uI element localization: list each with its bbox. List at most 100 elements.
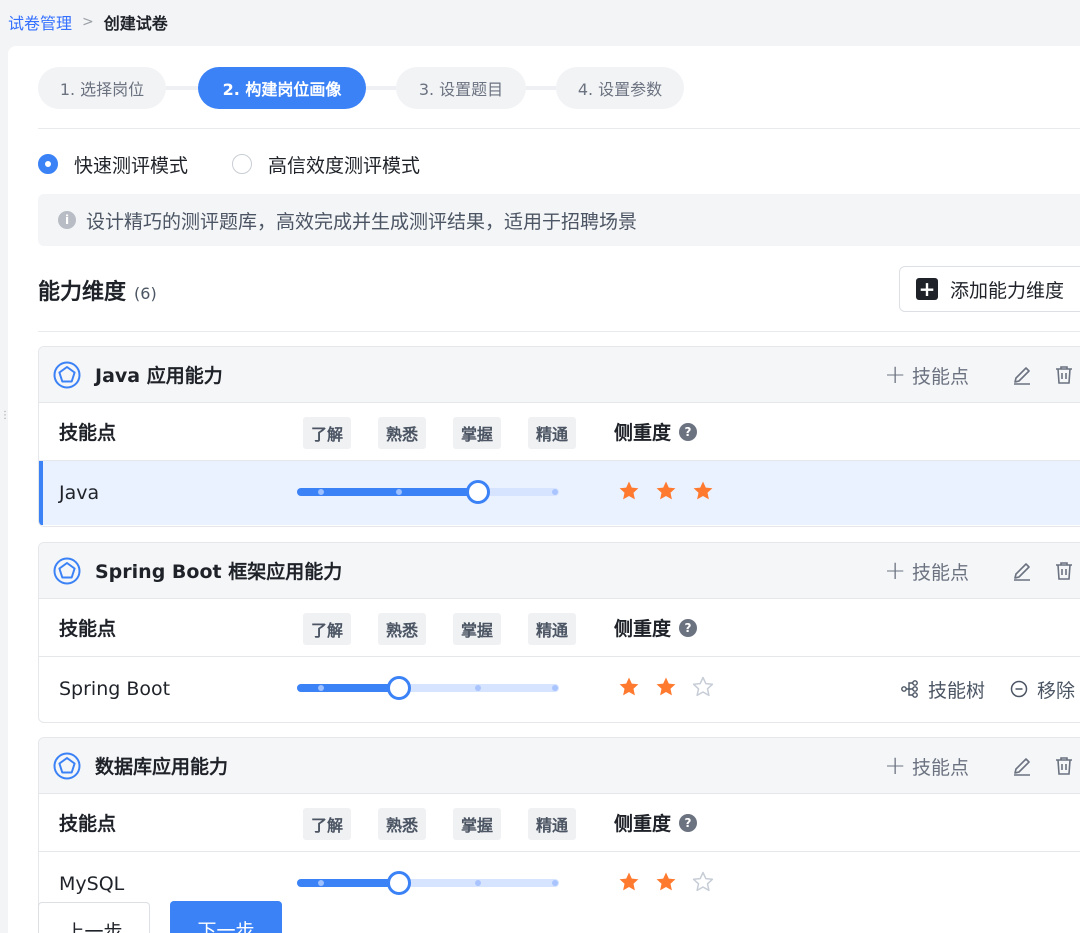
weight-stars[interactable] — [617, 479, 728, 503]
group-actions: + 技能点 — [884, 543, 1075, 599]
remove-label: 移除 — [1036, 679, 1075, 702]
pentagon-icon — [53, 361, 81, 388]
slider-thumb[interactable] — [387, 676, 412, 700]
help-icon[interactable]: ? — [679, 422, 698, 441]
column-skill: 技能点 — [59, 813, 117, 835]
level-slider[interactable] — [297, 871, 559, 895]
drag-handle-icon[interactable]: ⋮ — [0, 411, 10, 430]
star-filled-icon[interactable] — [617, 675, 641, 699]
column-weight-label: 侧重度 — [614, 422, 672, 444]
slider-fill — [297, 488, 478, 496]
step-3[interactable]: 3. 设置题目 — [396, 67, 526, 109]
weight-stars[interactable] — [617, 870, 728, 894]
star-empty-icon[interactable] — [691, 870, 715, 894]
breadcrumb: 试卷管理 > 创建试卷 — [8, 10, 168, 34]
column-weight: 侧重度? — [614, 614, 698, 641]
step-4[interactable]: 4. 设置参数 — [556, 67, 684, 109]
add-skill-button[interactable]: + 技能点 — [884, 362, 969, 389]
plus-icon: + — [884, 360, 906, 390]
add-skill-label: 技能点 — [911, 365, 969, 388]
step-label: 3. 设置题目 — [418, 80, 504, 99]
step-2[interactable]: 2. 构建岗位画像 — [198, 67, 366, 109]
slider-stop-dot[interactable] — [317, 685, 324, 691]
slider-stop-dot[interactable] — [317, 489, 324, 495]
weight-stars[interactable] — [617, 675, 728, 699]
slider-fill — [297, 879, 400, 887]
row-actions: 技能树 移除 — [876, 657, 1075, 721]
slider-thumb[interactable] — [465, 480, 490, 504]
info-text: 设计精巧的测评题库，高效完成并生成测评结果，适用于招聘场景 — [86, 210, 638, 233]
level-label-master: 掌握 — [453, 417, 501, 449]
breadcrumb-current: 创建试卷 — [103, 14, 168, 33]
help-icon[interactable]: ? — [679, 813, 698, 832]
level-label-master: 掌握 — [453, 808, 501, 840]
trash-icon[interactable] — [1053, 755, 1075, 777]
slider-stop-dot[interactable] — [552, 685, 559, 691]
level-slider[interactable] — [297, 480, 559, 504]
add-skill-button[interactable]: + 技能点 — [884, 558, 969, 585]
star-filled-icon[interactable] — [691, 479, 715, 503]
group-header: Spring Boot 框架应用能力 + 技能点 — [39, 543, 1080, 599]
prev-step-button[interactable]: 上一步 — [38, 902, 150, 933]
slider-stop-dot[interactable] — [552, 880, 559, 886]
chevron-right-icon: > — [82, 14, 94, 30]
column-header-row: 技能点 了解 熟悉 掌握 精通 侧重度? — [39, 403, 1080, 461]
column-skill: 技能点 — [59, 618, 117, 640]
slider-stop-dot[interactable] — [474, 880, 481, 886]
level-label-understand: 了解 — [303, 808, 351, 840]
star-filled-icon[interactable] — [654, 675, 678, 699]
step-label: 2. 构建岗位画像 — [222, 80, 342, 99]
radio-quick-mode[interactable]: 快速测评模式 — [38, 151, 188, 178]
slider-stop-dot[interactable] — [552, 489, 559, 495]
add-skill-label: 技能点 — [911, 756, 969, 779]
skill-tree-button[interactable]: 技能树 — [900, 676, 985, 703]
group-actions: + 技能点 — [884, 738, 1075, 794]
slider-stop-dot[interactable] — [317, 880, 324, 886]
skill-row[interactable]: Spring Boot 技能树 移除 — [39, 657, 1080, 721]
breadcrumb-link-exam-management[interactable]: 试卷管理 — [8, 10, 72, 34]
remove-button[interactable]: 移除 — [1009, 676, 1075, 703]
level-label-master: 掌握 — [453, 613, 501, 645]
dimension-group-java: Java 应用能力 + 技能点 技能点 了解 熟悉 掌握 精通 侧重度? Java — [38, 346, 1080, 527]
pentagon-icon — [53, 557, 81, 584]
step-label: 4. 设置参数 — [577, 80, 663, 99]
info-icon: i — [58, 211, 76, 229]
group-name: 数据库应用能力 — [95, 756, 229, 778]
star-empty-icon[interactable] — [691, 675, 715, 699]
edit-icon[interactable] — [1011, 560, 1033, 582]
slider-stop-dot[interactable] — [474, 685, 481, 691]
step-1[interactable]: 1. 选择岗位 — [38, 67, 166, 109]
slider-thumb[interactable] — [387, 871, 412, 895]
add-skill-button[interactable]: + 技能点 — [884, 753, 969, 780]
level-label-expert: 精通 — [528, 808, 576, 840]
section-title: 能力维度 — [38, 280, 127, 305]
star-filled-icon[interactable] — [617, 870, 641, 894]
plus-icon: + — [884, 751, 906, 781]
star-filled-icon[interactable] — [617, 479, 641, 503]
group-actions: + 技能点 — [884, 347, 1075, 403]
minus-circle-icon — [1010, 680, 1028, 698]
level-slider[interactable] — [297, 676, 559, 700]
group-name: Java 应用能力 — [95, 365, 223, 387]
next-step-button[interactable]: 下一步 — [170, 901, 282, 933]
group-header: 数据库应用能力 + 技能点 — [39, 738, 1080, 794]
column-header-row: 技能点 了解 熟悉 掌握 精通 侧重度? — [39, 794, 1080, 852]
mode-info-box: i 设计精巧的测评题库，高效完成并生成测评结果，适用于招聘场景 — [38, 194, 1080, 246]
star-filled-icon[interactable] — [654, 870, 678, 894]
help-icon[interactable]: ? — [679, 618, 698, 637]
radio-unchecked-icon — [232, 154, 253, 174]
trash-icon[interactable] — [1053, 364, 1075, 386]
radio-high-validity-mode[interactable]: 高信效度测评模式 — [232, 151, 420, 178]
section-header: 能力维度 (6) — [38, 274, 157, 306]
pentagon-icon — [53, 752, 81, 779]
column-weight-label: 侧重度 — [614, 618, 672, 640]
skill-row[interactable]: Java — [39, 461, 1080, 525]
add-dimension-button[interactable]: + 添加能力维度 — [899, 266, 1080, 312]
edit-icon[interactable] — [1011, 364, 1033, 386]
trash-icon[interactable] — [1053, 560, 1075, 582]
radio-label: 快速测评模式 — [74, 154, 189, 177]
step-label: 1. 选择岗位 — [59, 80, 145, 99]
star-filled-icon[interactable] — [654, 479, 678, 503]
edit-icon[interactable] — [1011, 755, 1033, 777]
skill-tree-icon — [901, 680, 918, 698]
